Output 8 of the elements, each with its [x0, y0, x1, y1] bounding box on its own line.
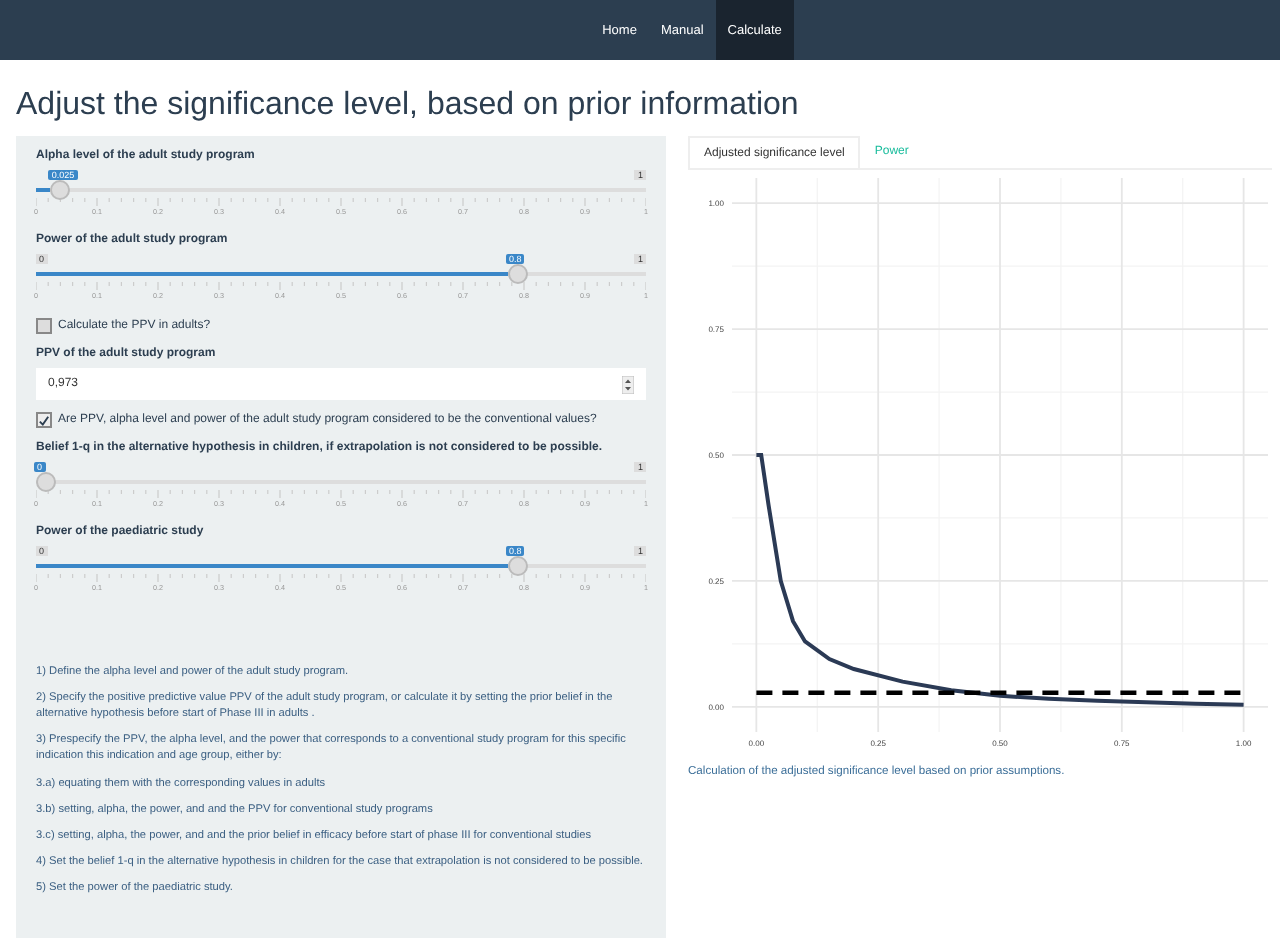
checkbox[interactable]: [36, 412, 52, 428]
spinner-icon[interactable]: [622, 375, 634, 393]
slider-handle[interactable]: [508, 556, 528, 576]
slider-handle[interactable]: [508, 264, 528, 284]
page-title: Adjust the significance level, based on prior information: [16, 88, 801, 124]
slider-handle[interactable]: [50, 180, 71, 200]
checkbox[interactable]: [36, 318, 52, 334]
slider-handle[interactable]: [36, 472, 56, 492]
